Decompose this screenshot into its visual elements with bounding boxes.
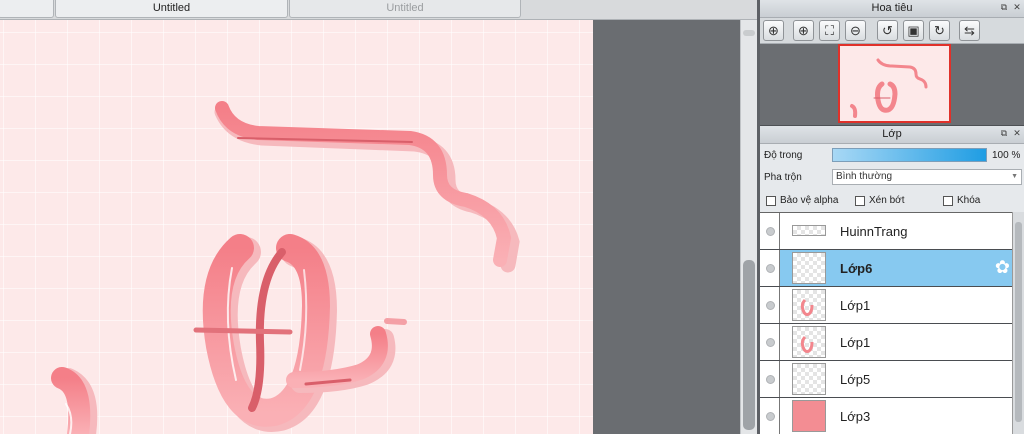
layer-thumbnail <box>792 326 826 358</box>
visibility-toggle[interactable] <box>760 287 780 323</box>
scrollbar-thumb[interactable] <box>1015 222 1022 422</box>
clipping-label: Xén bớt <box>869 195 905 206</box>
layer-title-text: Lớp <box>882 128 902 140</box>
navigator-toolbar: ⊕ ⊕ ⛶ ⊖ ↺ ▣ ↻ ⇆ <box>760 18 1024 44</box>
layer-row[interactable]: Lớp1 <box>760 324 1012 361</box>
eye-icon[interactable] <box>766 301 775 310</box>
thumbnail-artwork <box>850 58 928 118</box>
chevron-down-icon: ▼ <box>1011 173 1018 180</box>
tab-untitled-inactive[interactable]: Untitled <box>289 0 521 18</box>
blend-mode-value: Bình thường <box>836 171 893 182</box>
opacity-slider[interactable] <box>832 148 987 162</box>
lock-checkbox[interactable]: Khóa <box>943 195 980 206</box>
protect-alpha-checkbox[interactable]: Bảo vệ alpha <box>766 195 838 206</box>
layer-row[interactable]: Lớp3 <box>760 398 1012 434</box>
eye-icon[interactable] <box>766 227 775 236</box>
layer-row-selected[interactable]: Lớp6 ✿ <box>760 250 1012 287</box>
lock-label: Khóa <box>957 195 981 206</box>
rotate-right-icon[interactable]: ↻ <box>929 20 950 41</box>
layer-row[interactable]: HuinnTrang <box>760 213 1012 250</box>
checkbox-box[interactable] <box>766 195 776 206</box>
layer-name: Lớp1 <box>840 298 871 313</box>
blend-label: Pha trộn <box>764 172 802 183</box>
layer-name: Lớp3 <box>840 409 871 424</box>
rotate-left-icon[interactable]: ↺ <box>877 20 898 41</box>
eye-icon[interactable] <box>766 264 775 273</box>
blend-mode-select[interactable]: Bình thường ▼ <box>832 169 1022 185</box>
close-icon[interactable]: ✕ <box>1012 128 1022 138</box>
visibility-toggle[interactable] <box>760 213 780 249</box>
visibility-toggle[interactable] <box>760 324 780 360</box>
zoom-out-icon[interactable]: ⊖ <box>845 20 866 41</box>
layer-art-preview <box>800 335 814 353</box>
tab-label: Untitled <box>386 2 424 14</box>
layer-thumbnail <box>792 400 826 432</box>
flip-horizontal-icon[interactable]: ⇆ <box>959 20 980 41</box>
layer-row[interactable]: Lớp1 <box>760 287 1012 324</box>
layer-list: HuinnTrang Lớp6 ✿ Lớp1 Lớp1 Lớp5 Lớp3 <box>760 212 1012 434</box>
document-tab-bar: Untitled Untitled <box>0 0 757 20</box>
opacity-value: 100 % <box>992 150 1021 161</box>
protect-alpha-label: Bảo vệ alpha <box>780 195 839 206</box>
fit-screen-icon[interactable]: ⛶ <box>819 20 840 41</box>
layer-thumbnail <box>792 289 826 321</box>
gear-icon[interactable]: ✿ <box>995 258 1010 276</box>
layer-art-preview <box>800 298 814 316</box>
checkbox-box[interactable] <box>943 195 953 206</box>
navigator-title-text: Hoa tiêu <box>871 2 913 14</box>
navigator-panel-title: Hoa tiêu ⧉ ✕ <box>760 0 1024 18</box>
layer-name: HuinnTrang <box>840 224 908 239</box>
visibility-toggle[interactable] <box>760 398 780 434</box>
visibility-toggle[interactable] <box>760 250 780 286</box>
layer-name: Lớp5 <box>840 372 871 387</box>
ribbon-lettering-artwork <box>51 101 520 434</box>
layer-thumbnail <box>792 252 826 284</box>
layer-name: Lớp6 <box>840 261 873 276</box>
actual-size-icon[interactable]: ▣ <box>903 20 924 41</box>
close-icon[interactable]: ✕ <box>1012 2 1022 12</box>
canvas-vertical-scrollbar[interactable] <box>740 20 757 434</box>
scrollbar-thumb[interactable] <box>743 260 755 430</box>
layer-name: Lớp1 <box>840 335 871 350</box>
zoom-in-icon[interactable]: ⊕ <box>763 20 784 41</box>
navigator-preview-area[interactable] <box>760 44 1024 125</box>
canvas-area[interactable] <box>0 20 740 434</box>
undock-icon[interactable]: ⧉ <box>999 128 1009 138</box>
undock-icon[interactable]: ⧉ <box>999 2 1009 12</box>
tab-untitled-active[interactable]: Untitled <box>55 0 288 18</box>
scroll-up-area[interactable] <box>743 30 755 36</box>
layer-list-scrollbar[interactable] <box>1012 212 1024 434</box>
zoom-in-icon[interactable]: ⊕ <box>793 20 814 41</box>
layer-row[interactable]: Lớp5 <box>760 361 1012 398</box>
clipping-checkbox[interactable]: Xén bớt <box>855 195 904 206</box>
tab-prev[interactable] <box>0 0 54 18</box>
tab-label: Untitled <box>152 2 191 14</box>
navigator-thumbnail[interactable] <box>838 44 951 123</box>
layer-properties: Độ trong 100 % Pha trộn Bình thường ▼ Bả… <box>760 144 1024 212</box>
layer-thumbnail <box>792 363 826 395</box>
visibility-toggle[interactable] <box>760 361 780 397</box>
layer-thumbnail <box>792 225 826 236</box>
eye-icon[interactable] <box>766 338 775 347</box>
eye-icon[interactable] <box>766 375 775 384</box>
layer-panel-title: Lớp ⧉ ✕ <box>760 126 1024 144</box>
opacity-label: Độ trong <box>764 150 803 161</box>
eye-icon[interactable] <box>766 412 775 421</box>
checkbox-box[interactable] <box>855 195 865 206</box>
